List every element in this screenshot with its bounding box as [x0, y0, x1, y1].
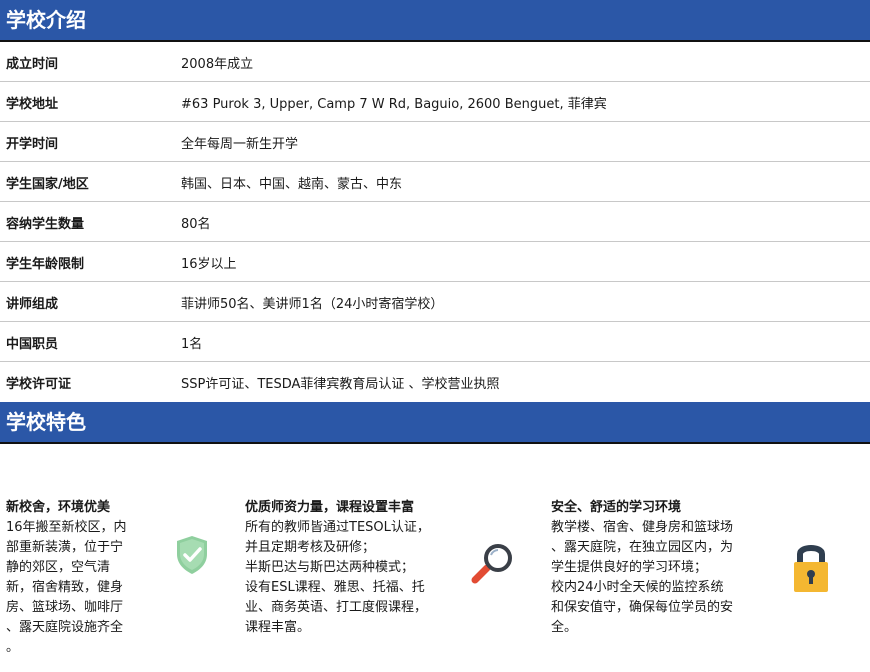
feature-title: 新校舍，环境优美	[6, 500, 111, 515]
section-header-school-intro: 学校介绍	[0, 0, 870, 42]
section-title: 学校特色	[6, 410, 86, 434]
feature-title: 安全、舒适的学习环境	[551, 500, 682, 515]
feature-line: 设有ESL课程、雅思、托福、托	[245, 580, 425, 595]
feature-line: 全。	[551, 620, 578, 635]
school-info-table: 成立时间 2008年成立 学校地址 #63 Purok 3, Upper, Ca…	[0, 42, 870, 402]
feature-safe-environment: 安全、舒适的学习环境 教学楼、宿舍、健身房和篮球场 、露天庭院，在独立园区内，为…	[551, 498, 751, 638]
info-value: #63 Purok 3, Upper, Camp 7 W Rd, Baguio,…	[181, 97, 607, 112]
feature-line: 和保安值守，确保每位学员的安	[551, 600, 734, 615]
info-label: 讲师组成	[6, 297, 59, 312]
info-row-founded: 成立时间 2008年成立	[0, 42, 870, 82]
info-label: 成立时间	[6, 57, 59, 72]
feature-line: 16年搬至新校区，内	[6, 520, 127, 535]
feature-title: 优质师资力量，课程设置丰富	[245, 500, 415, 515]
shield-check-icon	[175, 535, 209, 579]
feature-line: 新，宿舍精致，健身	[6, 580, 124, 595]
info-row-address: 学校地址 #63 Purok 3, Upper, Camp 7 W Rd, Ba…	[0, 82, 870, 122]
info-value: SSP许可证、TESDA菲律宾教育局认证 、学校营业执照	[181, 377, 500, 392]
info-value: 韩国、日本、中国、越南、蒙古、中东	[181, 177, 403, 192]
info-label: 学生年龄限制	[6, 257, 85, 272]
info-value: 80名	[181, 217, 211, 232]
info-label: 学校许可证	[6, 377, 72, 392]
padlock-icon	[793, 541, 829, 597]
info-row-licenses: 学校许可证 SSP许可证、TESDA菲律宾教育局认证 、学校营业执照	[0, 362, 870, 402]
feature-line: 教学楼、宿舍、健身房和篮球场	[551, 520, 734, 535]
info-row-chinese-staff: 中国职员 1名	[0, 322, 870, 362]
info-value: 2008年成立	[181, 57, 254, 72]
feature-line: 业、商务英语、打工度假课程，	[245, 600, 428, 615]
info-value: 1名	[181, 337, 203, 352]
feature-line: 所有的教师皆通过TESOL认证，	[245, 520, 430, 535]
feature-line: 并且定期考核及研修；	[245, 540, 376, 555]
info-value: 16岁以上	[181, 257, 237, 272]
feature-line: 、露天庭院设施齐全	[6, 620, 124, 635]
feature-line: 房、篮球场、咖啡厅	[6, 600, 124, 615]
info-label: 学生国家/地区	[6, 177, 89, 192]
info-label: 中国职员	[6, 337, 59, 352]
section-header-school-features: 学校特色	[0, 402, 870, 444]
info-row-capacity: 容纳学生数量 80名	[0, 202, 870, 242]
info-row-student-countries: 学生国家/地区 韩国、日本、中国、越南、蒙古、中东	[0, 162, 870, 202]
info-label: 学校地址	[6, 97, 59, 112]
feature-line: 学生提供良好的学习环境；	[551, 560, 708, 575]
feature-line: 、露天庭院，在独立园区内，为	[551, 540, 734, 555]
section-title: 学校介绍	[6, 8, 86, 32]
magnifier-icon	[470, 542, 516, 590]
feature-line: 静的郊区，空气清	[6, 560, 111, 575]
info-label: 开学时间	[6, 137, 59, 152]
info-row-age-limit: 学生年龄限制 16岁以上	[0, 242, 870, 282]
feature-teachers-courses: 优质师资力量，课程设置丰富 所有的教师皆通过TESOL认证， 并且定期考核及研修…	[245, 498, 445, 638]
info-label: 容纳学生数量	[6, 217, 85, 232]
info-row-start-time: 开学时间 全年每周一新生开学	[0, 122, 870, 162]
feature-line: 部重新装潢，位于宁	[6, 540, 124, 555]
feature-line: 。	[6, 640, 20, 655]
feature-line: 课程丰富。	[245, 620, 311, 635]
feature-new-campus: 新校舍，环境优美 16年搬至新校区，内 部重新装潢，位于宁 静的郊区，空气清 新…	[6, 498, 140, 658]
feature-line: 半斯巴达与斯巴达两种模式；	[245, 560, 415, 575]
feature-line: 校内24小时全天候的监控系统	[551, 580, 724, 595]
info-value: 菲讲师50名、美讲师1名（24小时寄宿学校）	[181, 297, 444, 312]
info-row-teachers: 讲师组成 菲讲师50名、美讲师1名（24小时寄宿学校）	[0, 282, 870, 322]
info-value: 全年每周一新生开学	[181, 137, 299, 152]
